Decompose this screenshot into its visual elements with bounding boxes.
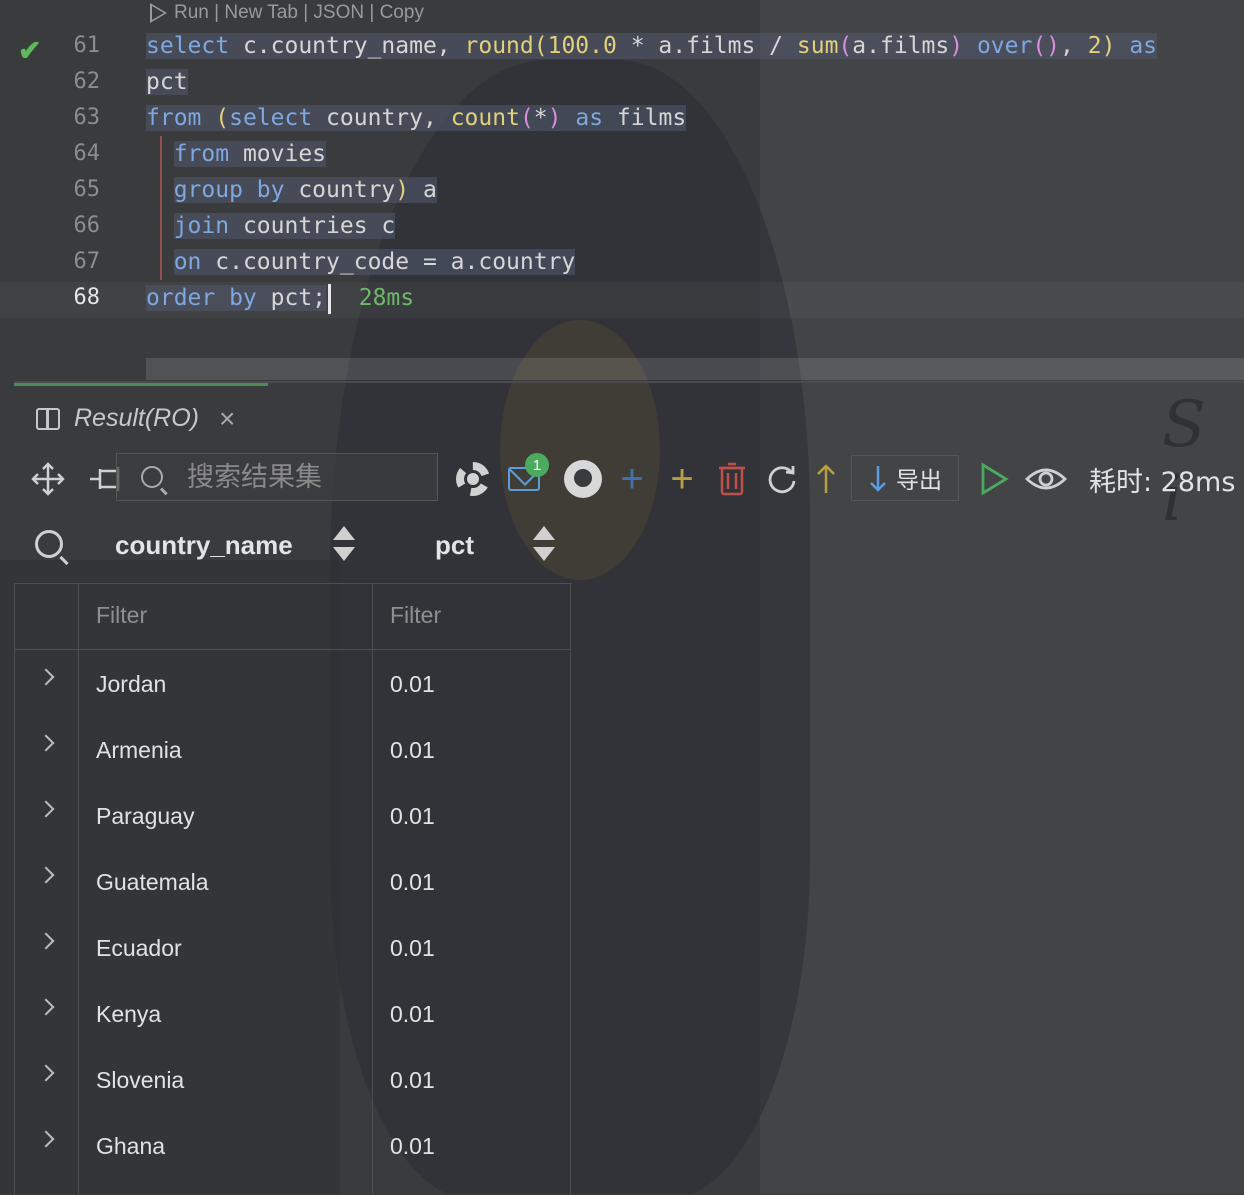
chevron-right-icon[interactable] [37,1064,55,1082]
cell-country-name: Kenya [96,1001,162,1027]
table-row[interactable]: Paraguay 0.01 [14,783,571,849]
code-line-67[interactable]: on c.country_code = a.country [146,244,576,280]
tab-result[interactable]: Result(RO) × [14,383,268,451]
table-row[interactable]: Armenia 0.01 [14,717,571,783]
result-search-box[interactable] [116,453,438,501]
table-row[interactable]: Kenya 0.01 [14,981,571,1047]
cell-pct: 0.01 [390,1067,435,1093]
cell-pct: 0.01 [390,737,435,763]
execution-time-hint: 28ms [358,285,415,311]
play-icon [981,462,1009,496]
codelens-actions[interactable]: Run | New Tab | JSON | Copy [150,0,424,26]
cell-country-name: Ecuador [96,935,182,961]
github-button[interactable] [562,451,604,507]
line-number: 61 [73,33,101,58]
line-number: 66 [73,213,101,238]
chevron-right-icon[interactable] [37,998,55,1016]
codelens-text[interactable]: Run | New Tab | JSON | Copy [174,2,424,24]
settings-button[interactable] [452,451,494,507]
table-row[interactable]: Guatemala 0.01 [14,849,571,915]
refresh-button[interactable] [764,451,800,507]
code-line-63[interactable]: from (select country, count(*) as films [146,100,687,136]
line-number-current: 68 [73,285,101,310]
panel-layout-icon [36,407,60,430]
move-icon[interactable] [26,451,70,507]
cell-pct: 0.01 [390,1133,435,1159]
chevron-right-icon[interactable] [37,1130,55,1148]
plus-icon: + [620,456,644,501]
cell-pct: 0.01 [390,869,435,895]
export-button[interactable]: 导出 [851,455,959,501]
close-icon[interactable]: × [219,403,235,435]
result-search-input[interactable] [185,460,409,494]
add-row-button[interactable]: + [614,451,650,507]
chevron-right-icon[interactable] [37,932,55,950]
elapsed-time: 耗时: 28ms [1089,467,1236,498]
plus-icon: + [670,456,694,501]
chevron-right-icon[interactable] [37,800,55,818]
horizontal-scrollbar[interactable] [146,358,1244,380]
column-header-pct[interactable]: pct [435,520,474,570]
text-cursor [328,283,332,314]
delete-button[interactable] [714,451,750,507]
cell-country-name: Armenia [96,737,182,763]
table-row[interactable]: Slovenia 0.01 [14,1047,571,1113]
eye-icon [1025,468,1067,490]
tab-title: Result(RO) [74,404,200,432]
chevron-right-icon[interactable] [37,668,55,686]
code-line-65[interactable]: group by country) a [146,172,437,208]
code-line-64[interactable]: from movies [146,136,327,172]
filter-pct[interactable]: Filter [390,602,441,629]
line-number: 65 [73,177,101,202]
arrow-down-icon [870,466,886,492]
line-number: 63 [73,105,101,130]
cell-country-name: Ghana [96,1133,166,1159]
cell-country-name: Slovenia [96,1067,185,1093]
refresh-icon [768,466,796,494]
column-search-icon[interactable] [35,530,63,558]
upload-button[interactable] [812,451,840,507]
run-arrow-icon[interactable] [150,3,167,23]
search-icon [141,466,163,488]
code-line-68[interactable]: order by pct; 28ms [146,280,414,316]
code-line-66[interactable]: join countries c [146,208,396,244]
github-icon [564,460,602,498]
success-check-icon: ✔ [18,35,42,66]
line-number: 64 [73,141,101,166]
export-label: 导出 [896,468,942,494]
chevron-right-icon[interactable] [37,734,55,752]
preview-button[interactable] [1024,451,1068,507]
filter-country-name[interactable]: Filter [96,602,147,629]
trash-icon [719,462,745,496]
sort-icon[interactable] [333,526,355,562]
cell-country-name: Jordan [96,671,167,697]
execute-button[interactable] [976,451,1012,507]
column-header-country-name[interactable]: country_name [115,520,293,570]
cell-country-name: Guatemala [96,869,209,895]
chevron-right-icon[interactable] [37,866,55,884]
table-row[interactable]: Ecuador 0.01 [14,915,571,981]
cell-pct: 0.01 [390,803,435,829]
code-line-62[interactable]: pct [146,64,188,100]
arrow-up-icon [817,464,835,493]
line-number: 62 [73,69,101,94]
cell-pct: 0.01 [390,935,435,961]
table-row[interactable]: Ghana 0.01 [14,1113,571,1179]
grid-divider [14,649,571,650]
gear-icon [456,462,490,496]
code-line-61[interactable]: select c.country_name, round(100.0 * a.f… [146,28,1158,64]
notification-badge: 1 [525,453,549,477]
add-column-button[interactable]: + [664,451,700,507]
cell-pct: 0.01 [390,1001,435,1027]
cell-pct: 0.01 [390,671,435,697]
line-number: 67 [73,249,101,274]
table-row[interactable]: Jordan 0.01 [14,651,571,717]
sort-icon[interactable] [533,526,555,562]
cell-country-name: Paraguay [96,803,195,829]
